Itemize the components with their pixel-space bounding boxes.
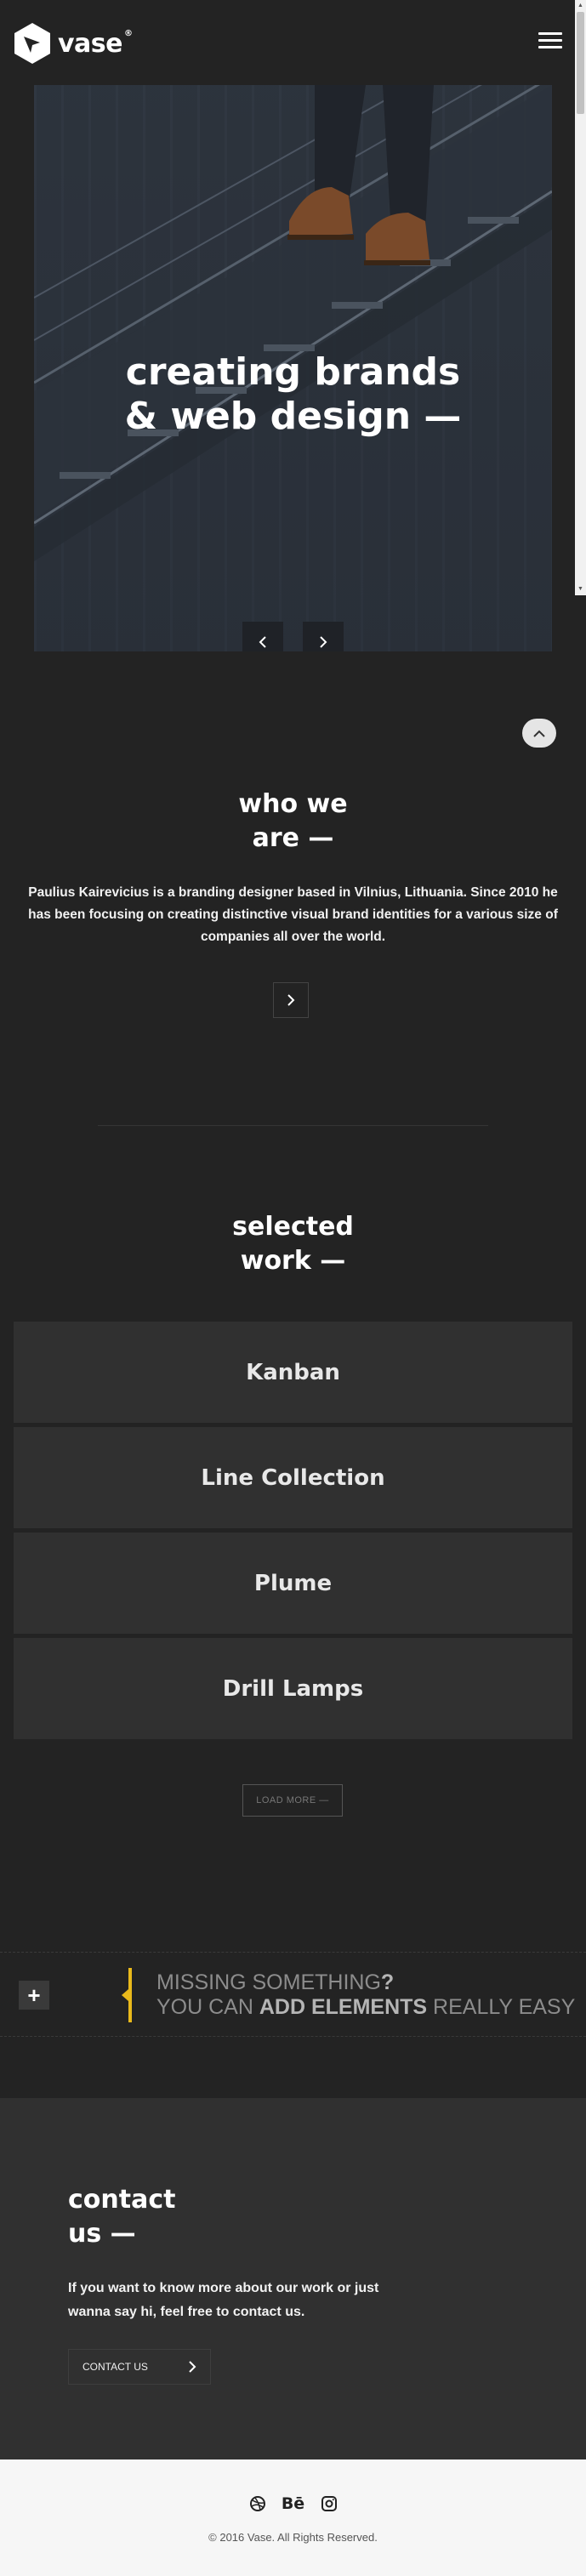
site-footer: Bē © 2016 Vase. All Rights Reserved. (0, 2459, 586, 2576)
copyright-text: © 2016 Vase. All Rights Reserved. (208, 2531, 378, 2544)
work-item-line-collection[interactable]: Line Collection (14, 1427, 572, 1528)
contact-us-button[interactable]: CONTACT US (68, 2349, 211, 2385)
work-title-line-1: selected (232, 1212, 354, 1242)
hero-title-line-1: creating brands (125, 350, 461, 394)
about-title-line-2: are — (252, 823, 334, 853)
chevron-up-icon (533, 730, 545, 737)
work-title: selected work — (0, 1210, 586, 1278)
scrollbar-thumb[interactable] (577, 12, 584, 114)
logo-mark-icon (14, 23, 50, 64)
promo-line-2: YOU CAN ADD ELEMENTS REALLY EASY (156, 1995, 576, 2019)
hero-slider: creating brands & web design — (34, 85, 552, 651)
chevron-right-icon (320, 636, 327, 648)
scrollbar-up-arrow-icon[interactable]: ▲ (575, 0, 586, 12)
chevron-left-icon (259, 636, 266, 648)
instagram-icon[interactable] (319, 2494, 339, 2514)
social-links: Bē (0, 2494, 586, 2514)
about-more-button[interactable] (273, 982, 309, 1018)
hero-title: creating brands & web design — (34, 350, 552, 439)
about-text: Paulius Kairevicius is a branding design… (28, 885, 558, 944)
load-more-button[interactable]: LOAD MORE — (242, 1784, 343, 1817)
work-item-drill-lamps[interactable]: Drill Lamps (14, 1638, 572, 1739)
hamburger-icon[interactable] (538, 32, 562, 51)
contact-title-line-1: contact (68, 2185, 176, 2215)
behance-icon[interactable]: Bē (281, 2494, 305, 2514)
plus-icon[interactable]: + (19, 1981, 49, 2010)
work-title-line-2: work — (240, 1246, 346, 1276)
page-scrollbar[interactable]: ▲ ▼ (575, 0, 586, 595)
promo-text: MISSING SOMETHING? YOU CAN ADD ELEMENTS … (156, 1970, 575, 2020)
section-divider (98, 1125, 488, 1126)
chevron-right-icon (287, 994, 295, 1006)
promo-accent-notch (122, 1989, 128, 2001)
promo-banner: + MISSING SOMETHING? YOU CAN ADD ELEMENT… (0, 1952, 586, 2037)
contact-us-label: CONTACT US (82, 2361, 148, 2373)
work-item-kanban[interactable]: Kanban (14, 1322, 572, 1423)
hero-title-line-2: & web design — (124, 395, 462, 438)
about-title-line-1: who we (238, 789, 348, 819)
scroll-up-button[interactable] (522, 719, 556, 748)
chevron-right-icon (189, 2361, 196, 2373)
site-header: vase ® (0, 0, 586, 85)
promo-line-1: MISSING SOMETHING? (156, 1970, 395, 1994)
contact-title: contact us — (68, 2183, 175, 2251)
work-item-plume[interactable]: Plume (14, 1533, 572, 1634)
logo[interactable]: vase ® (14, 22, 133, 65)
scrollbar-down-arrow-icon[interactable]: ▼ (575, 583, 586, 595)
dribbble-icon[interactable] (247, 2494, 268, 2514)
contact-title-line-2: us — (68, 2219, 136, 2249)
promo-accent-bar (128, 1968, 132, 2022)
slider-prev-button[interactable] (242, 622, 283, 651)
behance-label: Bē (281, 2494, 305, 2513)
contact-text: If you want to know more about our work … (68, 2281, 379, 2319)
contact-section: contact us — If you want to know more ab… (0, 2098, 586, 2459)
logo-text: vase ® (58, 28, 133, 59)
slider-next-button[interactable] (303, 622, 344, 651)
about-title: who we are — (0, 788, 586, 856)
